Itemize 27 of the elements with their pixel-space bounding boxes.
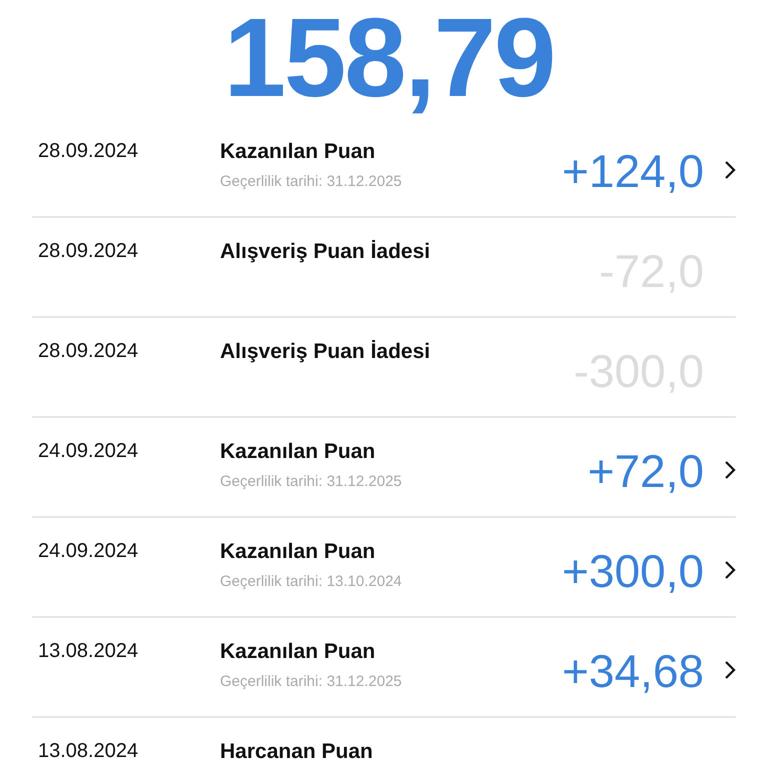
points-amount: +300,0 [561,548,704,594]
transaction-date: 13.08.2024 [37,639,140,664]
validity-date: Geçerlilik tarihi: 31.12.2025 [220,672,403,692]
transaction-date: 24.09.2024 [37,539,140,564]
balance-amount: 158,79 [222,0,554,116]
transaction-title: Kazanılan Puan [220,139,376,165]
transaction-date: 24.09.2024 [37,439,140,464]
transaction-title: Alışveriş Puan İadesi [220,239,432,265]
transaction-date: 28.09.2024 [37,339,140,364]
chevron-right-icon[interactable] [724,660,736,680]
transaction-title: Kazanılan Puan [220,439,376,465]
points-amount: +34,68 [561,648,704,694]
chevron-right-icon[interactable] [724,460,736,480]
transaction-date: 28.09.2024 [37,139,140,164]
points-amount: +72,0 [586,448,704,494]
chevron-right-icon[interactable] [724,560,736,580]
transaction-title: Kazanılan Puan [220,639,376,665]
transaction-title: Harcanan Puan [220,739,374,765]
chevron-right-icon[interactable] [724,160,736,180]
transaction-date: 13.08.2024 [37,739,140,764]
validity-date: Geçerlilik tarihi: 31.12.2025 [220,172,403,192]
validity-date: Geçerlilik tarihi: 13.10.2024 [220,572,403,592]
transaction-date: 28.09.2024 [37,239,140,264]
points-amount: +124,0 [561,148,704,194]
validity-date: Geçerlilik tarihi: 31.12.2025 [220,472,403,492]
transaction-title: Alışveriş Puan İadesi [220,339,432,365]
transaction-title: Kazanılan Puan [220,539,376,565]
